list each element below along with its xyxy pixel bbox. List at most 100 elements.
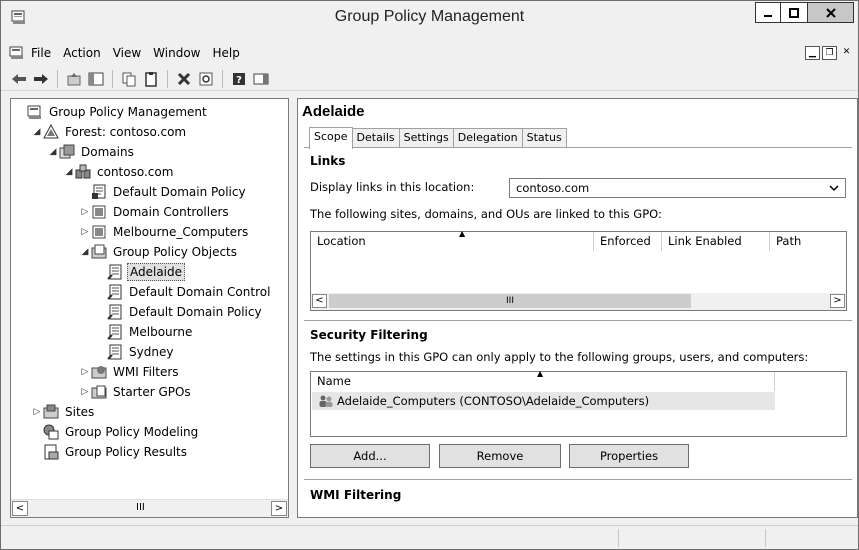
tree-item[interactable]: ◢ Group Policy Objects: [79, 242, 239, 262]
wmi-filtering-heading: WMI Filtering: [310, 488, 402, 502]
tree-item-label: Melbourne: [129, 325, 193, 339]
gpo-icon: [107, 264, 122, 280]
security-filtering-listview[interactable]: Name ▲ Adelaide_Computers (CONTOSO\Adela…: [310, 369, 847, 437]
links-location-dropdown[interactable]: contoso.com: [509, 178, 846, 198]
tree-item[interactable]: Group Policy Modeling: [31, 422, 200, 442]
tree-item[interactable]: ▷ Starter GPOs: [79, 382, 193, 402]
paste-button[interactable]: [141, 70, 161, 88]
security-row[interactable]: Adelaide_Computers (CONTOSO\Adelaide_Com…: [312, 392, 775, 410]
scroll-right-button[interactable]: >: [830, 294, 845, 308]
app-window: Group Policy Management File Action View…: [0, 0, 859, 550]
tree-item[interactable]: Default Domain Policy: [79, 182, 248, 202]
show-action-pane-button[interactable]: [251, 70, 271, 88]
title-bar[interactable]: Group Policy Management: [1, 1, 858, 33]
clipboard-icon: [145, 71, 157, 87]
child-minimize-button[interactable]: ▁: [805, 46, 820, 60]
tree-item-label: WMI Filters: [113, 365, 179, 379]
tab-scope[interactable]: Scope: [309, 127, 353, 149]
svg-text:?: ?: [236, 75, 242, 86]
column-enforced[interactable]: Enforced: [594, 232, 662, 251]
tree-item[interactable]: Default Domain Control: [95, 282, 272, 302]
menu-file[interactable]: File: [25, 46, 57, 60]
tree-item[interactable]: Group Policy Results: [31, 442, 189, 462]
tree-item[interactable]: ▷ WMI Filters: [79, 362, 181, 382]
forest-icon: [43, 124, 59, 139]
tree-horizontal-scrollbar[interactable]: < III >: [11, 499, 288, 517]
child-window-controls: ▁ ❐ ✕: [805, 46, 854, 60]
tab-delegation[interactable]: Delegation: [452, 128, 523, 148]
tab-status[interactable]: Status: [521, 128, 567, 148]
back-button[interactable]: [9, 70, 29, 88]
menu-window[interactable]: Window: [147, 46, 206, 60]
tree-item[interactable]: ◢ Forest: contoso.com: [31, 122, 188, 142]
mmc-system-menu-icon[interactable]: [9, 46, 25, 60]
column-name[interactable]: Name ▲: [311, 369, 775, 391]
security-filtering-heading: Security Filtering: [310, 328, 428, 342]
links-horizontal-scrollbar[interactable]: < III >: [311, 293, 846, 310]
maximize-button[interactable]: [781, 2, 808, 23]
tree-expander-icon[interactable]: ◢: [79, 247, 91, 257]
tab-settings[interactable]: Settings: [398, 128, 454, 148]
tree-item[interactable]: Melbourne: [95, 322, 194, 342]
tree-expander-icon[interactable]: ◢: [47, 147, 59, 157]
menu-action[interactable]: Action: [57, 46, 107, 60]
tree-item[interactable]: ▷ Melbourne_Computers: [79, 222, 250, 242]
gpo-icon: [107, 304, 122, 320]
column-link-enabled[interactable]: Link Enabled: [662, 232, 770, 251]
tree-item-label: Group Policy Modeling: [65, 425, 199, 439]
help-button[interactable]: ?: [229, 70, 249, 88]
back-arrow-icon: [12, 73, 26, 84]
starter-gpo-folder-icon: [91, 385, 107, 399]
tree-expander-icon[interactable]: ▷: [79, 227, 91, 237]
tree-item-label: Sydney: [129, 345, 174, 359]
up-level-button[interactable]: [64, 70, 84, 88]
tree-item[interactable]: ▷ Domain Controllers: [79, 202, 231, 222]
tree-item[interactable]: ▷ Sites: [31, 402, 96, 422]
add-button[interactable]: Add...: [310, 444, 430, 468]
wmi-folder-icon: [91, 366, 107, 379]
console-tree-icon: [88, 72, 104, 85]
delete-button[interactable]: [174, 70, 194, 88]
links-listview[interactable]: Location ▲ Enforced Link Enabled Path < …: [310, 229, 847, 311]
menu-help[interactable]: Help: [207, 46, 246, 60]
scroll-thumb[interactable]: III: [329, 294, 691, 308]
copy-button[interactable]: [119, 70, 139, 88]
show-hide-tree-button[interactable]: [86, 70, 106, 88]
menu-view[interactable]: View: [107, 46, 147, 60]
tree-expander-icon[interactable]: ▷: [31, 407, 43, 417]
scroll-right-button[interactable]: >: [271, 501, 287, 516]
tree-item[interactable]: ◢ contoso.com: [63, 162, 175, 182]
tree-item[interactable]: Sydney: [95, 342, 175, 362]
refresh-button[interactable]: [196, 70, 216, 88]
minimize-button[interactable]: [755, 2, 781, 23]
tree-item[interactable]: Default Domain Policy: [95, 302, 264, 322]
column-location-label: Location: [317, 234, 366, 248]
close-button[interactable]: [808, 2, 854, 23]
results-icon: [44, 444, 59, 460]
tree-item-label: Group Policy Objects: [113, 245, 238, 259]
links-listview-header: Location ▲ Enforced Link Enabled Path: [311, 229, 846, 251]
tree-item[interactable]: ◢ Domains: [47, 142, 136, 162]
scroll-thumb-grip[interactable]: III: [136, 502, 145, 513]
tree-expander-icon[interactable]: ◢: [31, 127, 43, 137]
status-cell: [765, 529, 855, 547]
tree-expander-icon[interactable]: ▷: [79, 387, 91, 397]
tree-item[interactable]: Group Policy Management: [15, 102, 209, 122]
tree-item[interactable]: Adelaide: [95, 262, 186, 282]
child-restore-button[interactable]: ❐: [822, 46, 837, 60]
column-path[interactable]: Path: [770, 232, 846, 251]
scroll-left-button[interactable]: <: [312, 294, 327, 308]
action-pane-icon: [253, 73, 269, 84]
forward-button[interactable]: [31, 70, 51, 88]
column-location[interactable]: Location ▲: [311, 229, 594, 251]
tab-strip: Scope Details Settings Delegation Status: [309, 127, 567, 149]
properties-button[interactable]: Properties: [569, 444, 689, 468]
tree-expander-icon[interactable]: ▷: [79, 367, 91, 377]
remove-button[interactable]: Remove: [439, 444, 561, 468]
gpm-console-icon: [27, 105, 41, 119]
child-close-button[interactable]: ✕: [839, 46, 854, 60]
tree-expander-icon[interactable]: ◢: [63, 167, 75, 177]
tree-expander-icon[interactable]: ▷: [79, 207, 91, 217]
scroll-left-button[interactable]: <: [12, 501, 28, 516]
tab-details[interactable]: Details: [351, 128, 400, 148]
